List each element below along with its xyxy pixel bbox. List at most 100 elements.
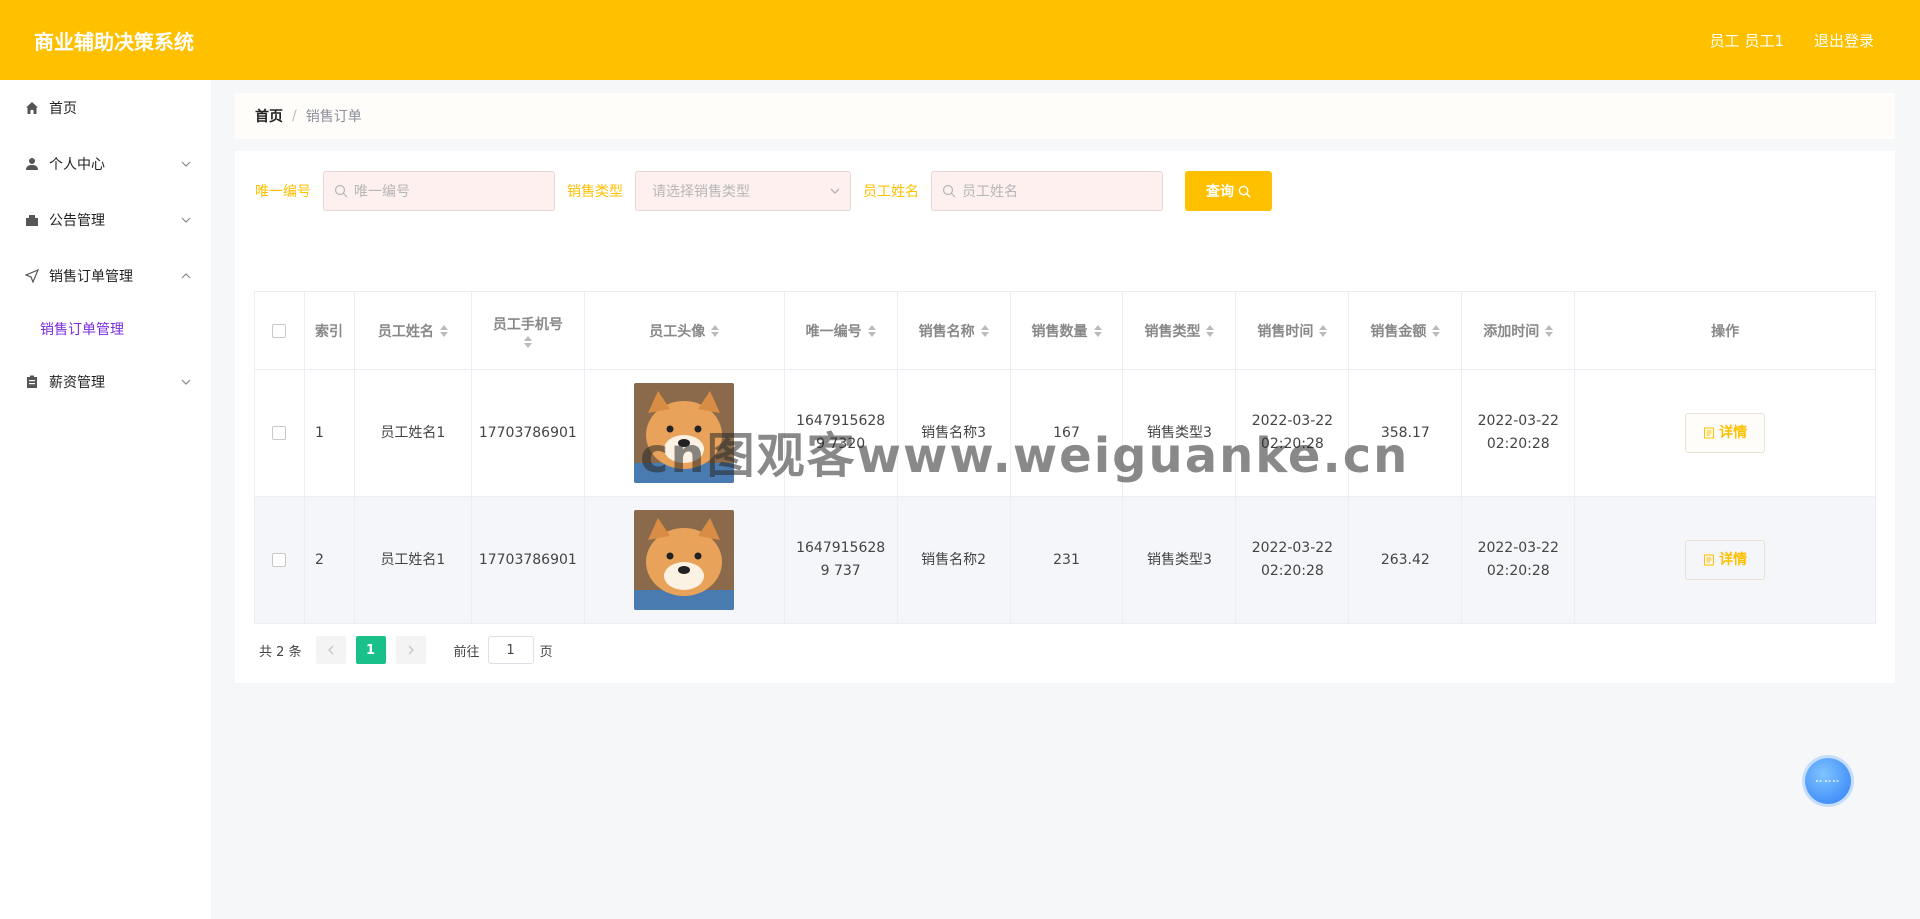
query-label: 查询: [1206, 184, 1234, 200]
col-add-time[interactable]: 添加时间: [1462, 292, 1576, 370]
col-action: 操作: [1575, 292, 1877, 370]
page-suffix: 页: [539, 644, 553, 660]
cell-employee-name: 员工姓名1: [354, 497, 472, 624]
chevron-down-icon: [181, 379, 191, 385]
cell-sale-time: 2022-03-22 02:20:28: [1251, 413, 1334, 452]
col-sale-time[interactable]: 销售时间: [1236, 292, 1350, 370]
chevron-down-icon: [181, 161, 191, 167]
sidebar-item-label: 公告管理: [49, 213, 105, 229]
select-all-checkbox[interactable]: [272, 323, 287, 338]
cell-sale-name: 销售名称2: [897, 497, 1011, 624]
cell-uid: 16479156289 737: [796, 540, 886, 579]
breadcrumb: 首页 / 销售订单: [235, 93, 1895, 139]
sales-order-table: 索引 员工姓名 员工手机号 员工头像 唯一编号 销售名称 销售数量 销售类型 销…: [254, 291, 1877, 624]
sidebar-subitem-sales-orders[interactable]: 销售订单管理: [0, 304, 211, 354]
col-uid[interactable]: 唯一编号: [784, 292, 898, 370]
sort-icon[interactable]: [523, 335, 532, 348]
col-sale-name[interactable]: 销售名称: [897, 292, 1011, 370]
sort-icon[interactable]: [980, 324, 989, 337]
top-header: 商业辅助决策系统 员工 员工1 退出登录: [0, 0, 1920, 80]
app-title: 商业辅助决策系统: [34, 29, 194, 54]
sidebar-item-home[interactable]: 首页: [0, 80, 211, 136]
cell-sale-type: 销售类型3: [1123, 497, 1237, 624]
sale-type-placeholder: 请选择销售类型: [652, 184, 750, 200]
send-icon: [24, 268, 40, 284]
detail-button[interactable]: 详情: [1685, 540, 1766, 580]
sort-icon[interactable]: [1093, 324, 1102, 337]
cell-employee-phone: 17703786901: [471, 497, 585, 624]
search-icon: [942, 184, 956, 198]
sale-type-select[interactable]: 请选择销售类型: [635, 171, 851, 211]
sidebar-item-personal-center[interactable]: 个人中心: [0, 136, 211, 192]
sidebar-item-salary[interactable]: 薪资管理: [0, 354, 211, 410]
sort-icon[interactable]: [1545, 324, 1554, 337]
document-icon: [1704, 554, 1715, 566]
sale-type-label: 销售类型: [567, 184, 623, 200]
cell-amount: 358.17: [1349, 370, 1463, 497]
sort-icon[interactable]: [867, 324, 876, 337]
cell-quantity: 231: [1010, 497, 1124, 624]
chevron-up-icon: [181, 273, 191, 279]
cell-sale-type: 销售类型3: [1123, 370, 1237, 497]
logout-button[interactable]: 退出登录: [1814, 30, 1874, 51]
page-number-button[interactable]: 1: [355, 636, 386, 664]
pagination: 共 2 条 1 前往 1 页: [259, 636, 553, 664]
cell-add-time: 2022-03-22 02:20:28: [1477, 413, 1559, 452]
dashes-icon: [1816, 780, 1840, 782]
col-employee-avatar[interactable]: 员工头像: [584, 292, 785, 370]
breadcrumb-separator: /: [292, 108, 297, 124]
main-panel: 唯一编号 唯一编号 销售类型 请选择销售类型 员工姓名 员工姓名 查询 索引 员…: [235, 151, 1895, 683]
cell-add-time: 2022-03-22 02:20:28: [1477, 540, 1559, 579]
cell-uid: 16479156289 7320: [796, 413, 886, 452]
chevron-right-icon: [408, 645, 414, 655]
col-sale-type[interactable]: 销售类型: [1123, 292, 1237, 370]
row-checkbox[interactable]: [272, 426, 287, 440]
announcement-icon: [24, 212, 40, 228]
current-user-label[interactable]: 员工 员工1: [1710, 30, 1784, 51]
col-employee-name[interactable]: 员工姓名: [354, 292, 472, 370]
pagination-total: 共 2 条: [259, 644, 302, 660]
user-icon: [24, 156, 40, 172]
prev-page-button[interactable]: [315, 636, 346, 664]
floating-action-button[interactable]: [1805, 758, 1851, 804]
sidebar-item-label: 首页: [49, 101, 77, 117]
sidebar-item-label: 薪资管理: [49, 375, 105, 391]
header-user-area: 员工 员工1 退出登录: [1710, 30, 1874, 51]
breadcrumb-home[interactable]: 首页: [255, 106, 283, 126]
row-checkbox[interactable]: [272, 553, 287, 567]
clipboard-icon: [24, 374, 40, 390]
employee-name-label: 员工姓名: [863, 184, 919, 200]
cell-amount: 263.42: [1349, 497, 1463, 624]
cell-sale-name: 销售名称3: [897, 370, 1011, 497]
sidebar: 首页 个人中心 公告管理 销售订单管理 销售订单管理 薪资管理: [0, 80, 211, 919]
sort-icon[interactable]: [439, 324, 448, 337]
sort-icon[interactable]: [1432, 324, 1441, 337]
breadcrumb-current: 销售订单: [305, 109, 362, 125]
search-icon: [1238, 185, 1251, 198]
employee-avatar-image[interactable]: [634, 510, 735, 610]
uid-search-input[interactable]: 唯一编号: [323, 171, 555, 211]
col-amount[interactable]: 销售金额: [1349, 292, 1463, 370]
col-quantity[interactable]: 销售数量: [1010, 292, 1124, 370]
query-button[interactable]: 查询: [1185, 171, 1272, 211]
uid-label: 唯一编号: [255, 184, 311, 200]
chevron-down-icon: [830, 188, 840, 194]
cell-quantity: 167: [1010, 370, 1124, 497]
goto-page-input[interactable]: 1: [487, 636, 534, 664]
sort-icon[interactable]: [711, 324, 720, 337]
next-page-button[interactable]: [395, 636, 426, 664]
cell-index: 2: [304, 497, 355, 624]
detail-button[interactable]: 详情: [1685, 413, 1766, 453]
table-header-row: 索引 员工姓名 员工手机号 员工头像 唯一编号 销售名称 销售数量 销售类型 销…: [255, 292, 1877, 370]
chevron-left-icon: [327, 645, 334, 655]
cell-sale-time: 2022-03-22 02:20:28: [1251, 540, 1334, 579]
cell-employee-phone: 17703786901: [471, 370, 585, 497]
employee-avatar-image[interactable]: [634, 383, 735, 483]
col-employee-phone[interactable]: 员工手机号: [471, 292, 585, 370]
sort-icon[interactable]: [1319, 324, 1328, 337]
employee-name-input[interactable]: 员工姓名: [931, 171, 1163, 211]
sidebar-item-sales-orders[interactable]: 销售订单管理: [0, 248, 211, 304]
sort-icon[interactable]: [1206, 324, 1215, 337]
cell-index: 1: [304, 370, 355, 497]
sidebar-item-announcements[interactable]: 公告管理: [0, 192, 211, 248]
